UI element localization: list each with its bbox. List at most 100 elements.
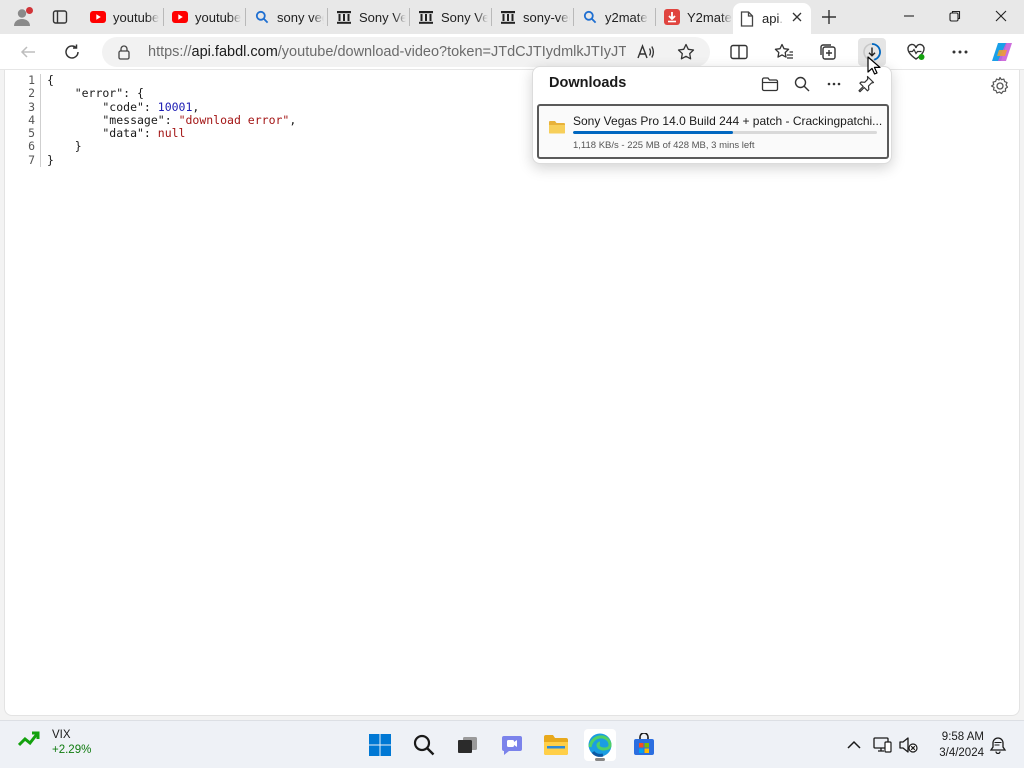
downloads-more-options-button[interactable] [823,73,845,95]
copilot-button[interactable] [988,38,1016,66]
close-window-button[interactable] [978,0,1024,32]
file-explorer-button[interactable] [540,729,572,761]
page-content: 1{ 2 "error": { 3 "code": 10001, 4 "mess… [4,70,1020,716]
tab-strip: youtube youtube sony vegas Sony Vegas So… [0,0,1024,34]
json-key: "message": [47,112,179,127]
collections-icon [820,44,836,60]
line-number: 3 [15,100,41,114]
tab-title: Sony Vegas [441,9,488,25]
taskbar: VIX +2.29% 9:58 AM 3/4/2024 [0,720,1024,768]
tab-divider [491,8,492,26]
tab-sony-vegas-3[interactable]: sony-vegas [494,3,570,31]
tab-y2mate[interactable]: Y2mate [658,3,734,31]
folder-icon [761,77,779,92]
network-tray-button[interactable] [872,735,892,755]
clock-button[interactable]: 9:58 AM 3/4/2024 [928,729,984,761]
read-aloud-button[interactable] [632,38,660,66]
taskbar-search-button[interactable] [408,729,440,761]
json-punct: , [192,99,200,114]
widget-ticker: VIX [52,729,71,741]
back-arrow-icon [20,46,35,58]
settings-and-more-button[interactable] [946,38,974,66]
tab-search-y2mate[interactable]: y2mate [576,3,652,31]
download-progress-fill [573,131,733,134]
json-line: 2 "error": { [15,86,296,101]
url-host: api.fabdl.com [191,44,278,60]
tab-title: youtube [113,9,160,25]
search-downloads-button[interactable] [791,73,813,95]
json-viewer: 1{ 2 "error": { 3 "code": 10001, 4 "mess… [15,73,296,168]
json-text: } [47,152,54,167]
json-line: 5 "data": null [15,126,296,141]
tab-title: sony-vegas [523,9,570,25]
windows-logo-icon [369,734,391,756]
restore-icon [949,10,961,22]
start-button[interactable] [364,729,396,761]
tab-divider [327,8,328,26]
download-status: 1,118 KB/s - 225 MB of 428 MB, 3 mins le… [573,140,755,151]
browser-essentials-button[interactable] [902,38,930,66]
store-button[interactable] [628,729,660,761]
download-progress-bar [573,131,877,134]
url-text[interactable]: https://api.fabdl.com/youtube/download-v… [148,44,626,60]
json-text: { [47,73,54,87]
archive-icon [500,9,516,25]
profile-button[interactable] [8,4,36,30]
back-button[interactable] [14,38,42,66]
mouse-cursor-icon [867,56,881,75]
split-screen-button[interactable] [725,38,753,66]
tab-actions-icon [52,10,68,24]
json-line: 7} [15,152,296,168]
volume-tray-button[interactable] [898,735,918,755]
address-bar[interactable]: https://api.fabdl.com/youtube/download-v… [102,37,710,67]
tab-youtube-1[interactable]: youtube [84,3,160,31]
widgets-button[interactable]: VIX +2.29% [18,729,91,756]
open-downloads-folder-button[interactable] [759,73,781,95]
json-line: 1{ [15,73,296,88]
pin-downloads-button[interactable] [855,73,877,95]
json-line: 6 } [15,140,296,154]
line-number: 5 [15,126,41,141]
task-view-button[interactable] [452,729,484,761]
refresh-button[interactable] [58,38,86,66]
restore-button[interactable] [932,0,978,32]
favorite-button[interactable] [672,38,700,66]
tab-api-active[interactable]: api. [733,3,811,34]
favorites-button[interactable] [770,38,798,66]
show-hidden-icons-button[interactable] [844,735,864,755]
y2mate-icon [664,9,680,25]
tab-divider [163,8,164,26]
tab-youtube-2[interactable]: youtube [166,3,242,31]
teams-chat-button[interactable] [496,729,528,761]
download-item[interactable]: Sony Vegas Pro 14.0 Build 244 + patch - … [537,104,889,159]
more-icon [952,50,968,54]
folder-icon [549,121,565,134]
notification-bell-icon [989,737,1007,754]
minimize-button[interactable] [886,0,932,32]
plus-icon [822,10,836,24]
tab-title: youtube [195,9,242,25]
notification-dot [26,7,33,14]
network-icon [873,737,892,753]
edge-taskbar-button[interactable] [584,729,616,761]
notifications-button[interactable] [988,735,1008,755]
lock-icon[interactable] [116,44,132,60]
tab-actions-button[interactable] [46,5,74,29]
search-icon [254,9,270,25]
collections-button[interactable] [814,38,842,66]
url-path: /youtube/download-video?token=JTdCJTIydm… [277,44,626,60]
volume-muted-icon [899,737,918,753]
tab-search-sony-vegas[interactable]: sony vegas [248,3,324,31]
download-file-name: Sony Vegas Pro 14.0 Build 244 + patch - … [573,114,883,128]
viewer-settings-gear-icon[interactable] [990,76,1010,96]
tab-sony-vegas-2[interactable]: Sony Vegas [412,3,488,31]
tab-divider [573,8,574,26]
store-icon [634,733,654,755]
tab-title: sony vegas [277,9,324,25]
tab-sony-vegas-1[interactable]: Sony Vegas [330,3,406,31]
line-number: 1 [15,73,41,88]
close-tab-button[interactable] [789,9,805,25]
new-tab-button[interactable] [816,4,842,30]
downloads-title: Downloads [549,75,627,91]
widget-change: +2.29% [52,744,92,756]
